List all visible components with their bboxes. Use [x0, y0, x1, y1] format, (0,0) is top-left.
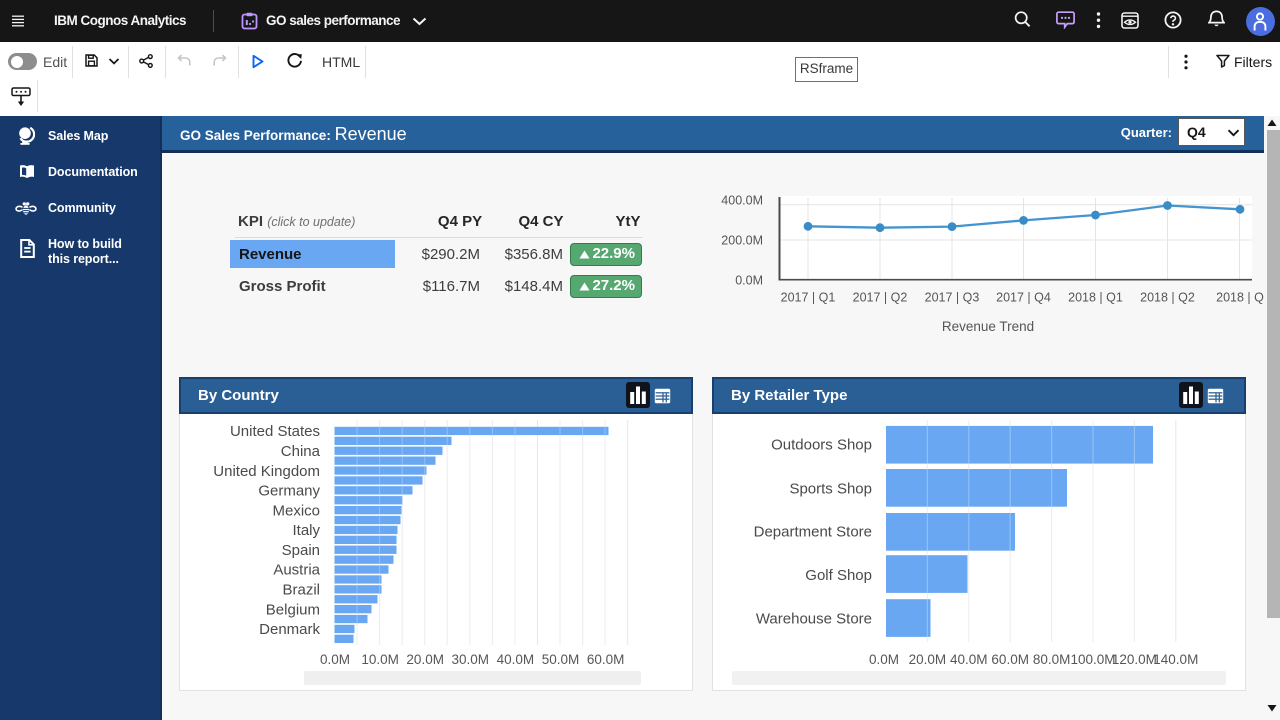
svg-text:20.0M: 20.0M [909, 652, 947, 667]
svg-text:40.0M: 40.0M [950, 652, 988, 667]
svg-text:Warehouse Store: Warehouse Store [756, 611, 872, 628]
svg-text:Outdoors Shop: Outdoors Shop [771, 437, 872, 454]
svg-text:0.0M: 0.0M [869, 652, 899, 667]
svg-text:80.0M: 80.0M [1033, 652, 1071, 667]
svg-text:60.0M: 60.0M [991, 652, 1029, 667]
svg-text:60.0M: 60.0M [587, 652, 625, 667]
svg-text:United Kingdom: United Kingdom [213, 463, 320, 480]
svg-text:United States: United States [230, 423, 320, 440]
svg-text:China: China [281, 443, 321, 460]
svg-text:2017 | Q3: 2017 | Q3 [925, 291, 980, 305]
svg-text:Golf Shop: Golf Shop [805, 567, 872, 584]
svg-text:10.0M: 10.0M [361, 652, 399, 667]
svg-text:2017 | Q4: 2017 | Q4 [996, 291, 1051, 305]
svg-text:Germany: Germany [258, 483, 320, 500]
svg-text:20.0M: 20.0M [406, 652, 444, 667]
svg-text:Italy: Italy [292, 522, 320, 539]
svg-text:200.0M: 200.0M [721, 233, 763, 247]
svg-text:2018 | Q2: 2018 | Q2 [1140, 291, 1195, 305]
svg-text:Revenue Trend: Revenue Trend [942, 319, 1034, 334]
svg-text:50.0M: 50.0M [542, 652, 580, 667]
svg-text:Mexico: Mexico [272, 502, 320, 519]
svg-text:140.0M: 140.0M [1153, 652, 1198, 667]
svg-text:30.0M: 30.0M [452, 652, 490, 667]
svg-text:2018 | Q1: 2018 | Q1 [1068, 291, 1123, 305]
svg-text:2017 | Q2: 2017 | Q2 [853, 291, 908, 305]
svg-text:Denmark: Denmark [259, 621, 320, 638]
svg-text:0.0M: 0.0M [735, 273, 763, 287]
svg-text:120.0M: 120.0M [1112, 652, 1157, 667]
svg-text:Austria: Austria [273, 562, 320, 579]
svg-text:Spain: Spain [282, 542, 320, 559]
svg-text:2017 | Q1: 2017 | Q1 [781, 291, 836, 305]
svg-text:400.0M: 400.0M [721, 193, 763, 207]
svg-text:Sports Shop: Sports Shop [789, 481, 872, 498]
svg-text:0.0M: 0.0M [320, 652, 350, 667]
svg-text:Department Store: Department Store [754, 524, 872, 541]
svg-text:100.0M: 100.0M [1070, 652, 1115, 667]
svg-text:Belgium: Belgium [266, 601, 320, 618]
svg-text:2018 | Q: 2018 | Q [1216, 291, 1264, 305]
svg-text:40.0M: 40.0M [497, 652, 535, 667]
svg-text:Brazil: Brazil [282, 582, 320, 599]
